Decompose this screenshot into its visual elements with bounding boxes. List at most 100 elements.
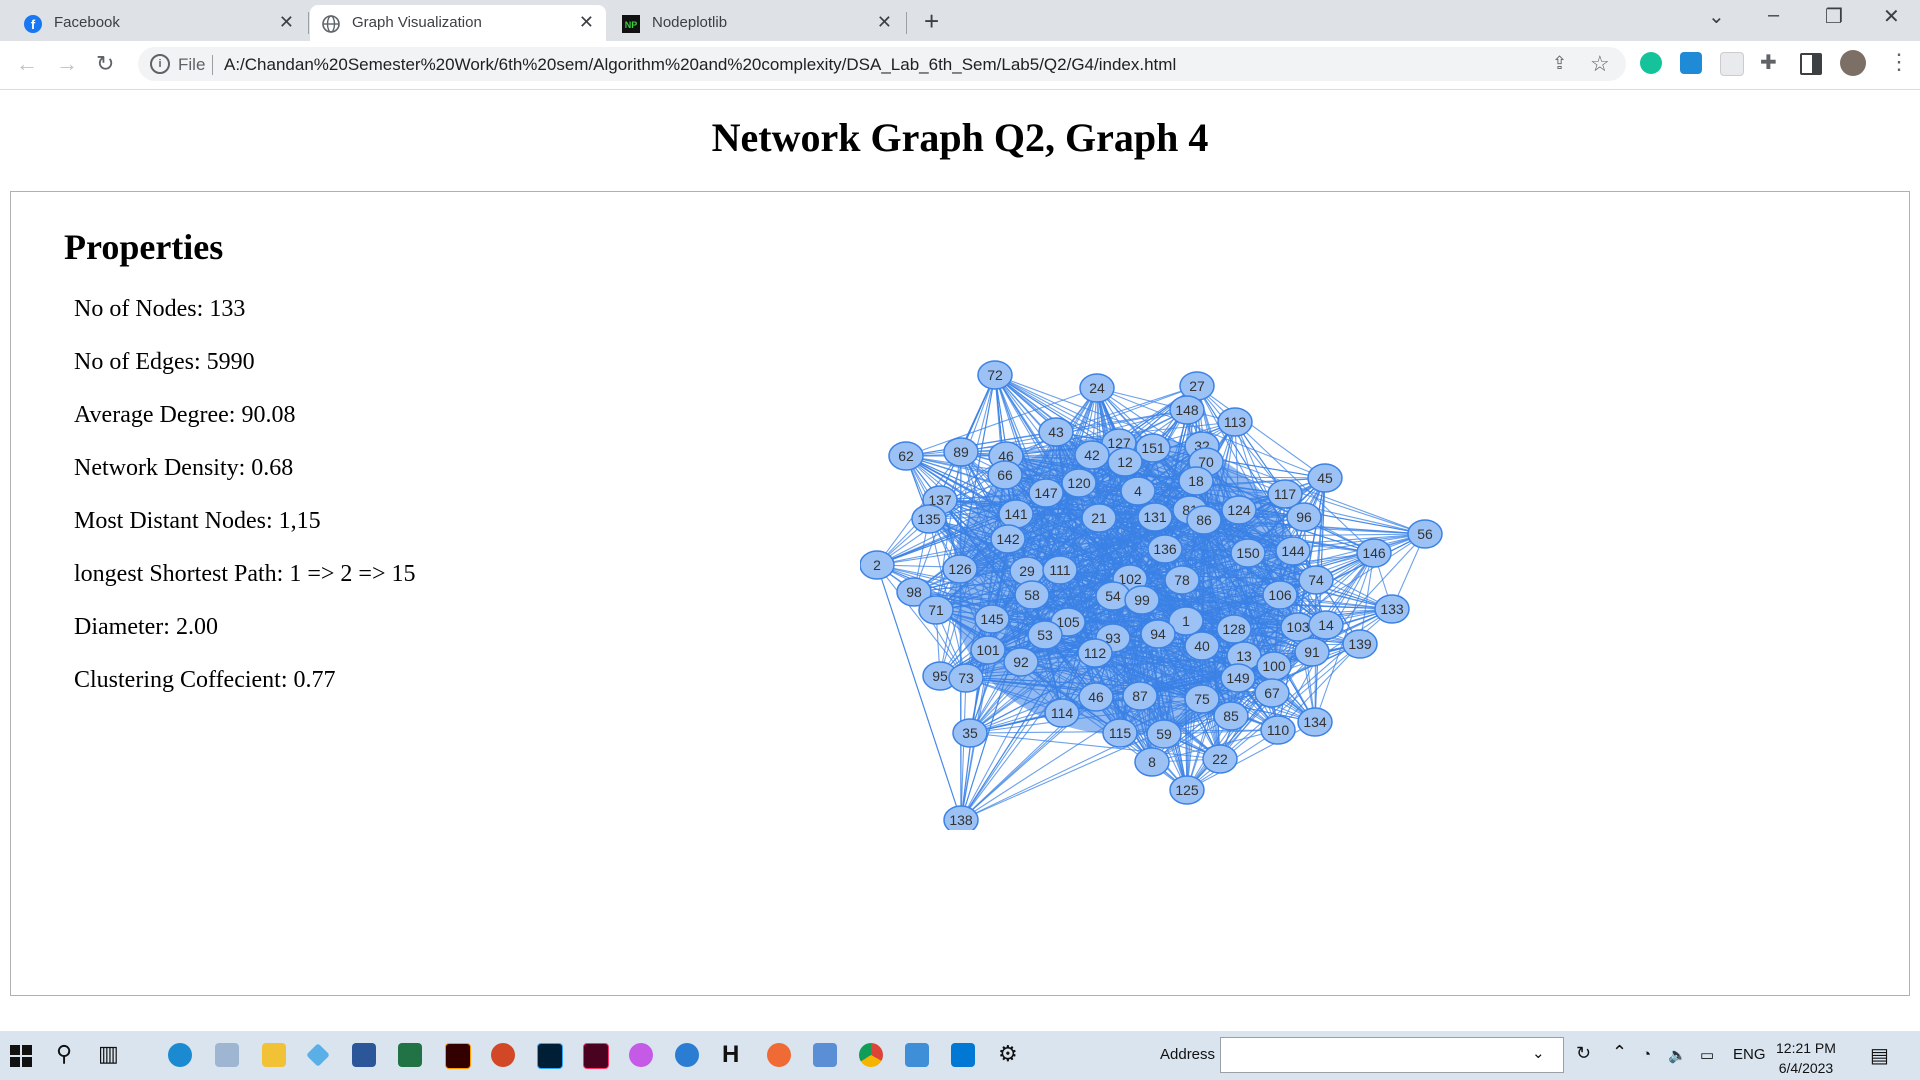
graph-node[interactable]: 58	[1014, 580, 1050, 610]
graph-node[interactable]: 148	[1169, 395, 1205, 425]
graph-node[interactable]: 106	[1262, 580, 1298, 610]
close-icon[interactable]: ✕	[279, 12, 294, 33]
graph-node[interactable]: 62	[888, 441, 924, 471]
app-icon[interactable]	[905, 1043, 929, 1067]
graph-node[interactable]: 56	[1407, 519, 1443, 549]
grammarly-icon[interactable]	[1640, 52, 1662, 74]
photos-icon[interactable]	[215, 1043, 239, 1067]
tab-facebook[interactable]: f Facebook ✕	[12, 5, 306, 41]
app-icon[interactable]	[306, 1043, 330, 1067]
volume-icon[interactable]: 🔈	[1668, 1046, 1687, 1064]
graph-node[interactable]: 141	[998, 499, 1034, 529]
graph-node[interactable]: 46	[1078, 682, 1114, 712]
powerpoint-icon[interactable]	[491, 1043, 515, 1067]
forward-button[interactable]: →	[56, 51, 78, 77]
network-icon[interactable]: ◔	[1642, 1046, 1651, 1063]
network-graph[interactable]: 7224 271481134389 466266127 151 327042 124514…	[860, 350, 1460, 830]
address-toolbar-input[interactable]	[1220, 1037, 1564, 1073]
graph-node[interactable]: 131	[1137, 502, 1173, 532]
app-icon[interactable]	[813, 1043, 837, 1067]
chevron-up-icon[interactable]: ⌃	[1612, 1042, 1627, 1063]
extension-blank-icon[interactable]	[1720, 52, 1744, 76]
graph-node[interactable]: 113	[1217, 407, 1253, 437]
graph-node[interactable]: 18	[1178, 466, 1214, 496]
graph-node[interactable]: 74	[1298, 565, 1334, 595]
info-icon[interactable]: i	[150, 54, 170, 74]
app-icon[interactable]	[767, 1043, 791, 1067]
graph-node[interactable]: 66	[987, 460, 1023, 490]
reload-button[interactable]: ↻	[96, 51, 114, 77]
back-button[interactable]: ←	[16, 51, 38, 77]
task-view-icon[interactable]: ▥	[98, 1041, 119, 1067]
graph-node[interactable]: 59	[1146, 719, 1182, 749]
side-panel-icon[interactable]	[1800, 53, 1822, 75]
graph-node[interactable]: 89	[943, 437, 979, 467]
photoshop-icon[interactable]	[537, 1043, 563, 1069]
graph-node[interactable]: 145	[974, 604, 1010, 634]
graph-node[interactable]: 138	[943, 805, 979, 830]
graph-node[interactable]: 115	[1102, 718, 1138, 748]
graph-node[interactable]: 92	[1003, 647, 1039, 677]
graph-node[interactable]: 40	[1184, 631, 1220, 661]
tab-graph-visualization[interactable]: Graph Visualization ✕	[310, 5, 606, 41]
graph-node[interactable]: 29	[1009, 556, 1045, 586]
graph-node[interactable]: 35	[952, 718, 988, 748]
illustrator-icon[interactable]	[445, 1043, 471, 1069]
graph-node[interactable]: 147	[1028, 478, 1064, 508]
paint-icon[interactable]	[629, 1043, 653, 1067]
graph-node[interactable]: 73	[948, 663, 984, 693]
settings-gear-icon[interactable]: ⚙	[998, 1041, 1018, 1067]
graph-node[interactable]: 101	[970, 635, 1006, 665]
url-text[interactable]: A:/Chandan%20Semester%20Work/6th%20sem/A…	[224, 55, 1176, 75]
graph-node[interactable]: 2	[860, 550, 895, 580]
graph-node[interactable]: 4	[1120, 476, 1156, 506]
graph-node[interactable]: 86	[1186, 505, 1222, 535]
graph-node[interactable]: 112	[1077, 638, 1113, 668]
graph-node[interactable]: 139	[1342, 629, 1378, 659]
graph-node[interactable]: 110	[1260, 715, 1296, 745]
graph-node[interactable]: 14	[1308, 610, 1344, 640]
graph-node[interactable]: 146	[1356, 538, 1392, 568]
graph-node[interactable]: 94	[1140, 619, 1176, 649]
language-indicator[interactable]: ENG	[1733, 1046, 1766, 1063]
close-window-button[interactable]: ✕	[1883, 4, 1900, 29]
refresh-icon[interactable]: ↻	[1576, 1043, 1591, 1064]
graph-node[interactable]: 78	[1164, 565, 1200, 595]
share-icon[interactable]: ⇪	[1552, 53, 1567, 74]
h-app-icon[interactable]: H	[722, 1041, 739, 1069]
minimize-button[interactable]: –	[1768, 4, 1779, 27]
chevron-down-icon[interactable]: ⌄	[1532, 1044, 1545, 1062]
graph-node[interactable]: 96	[1286, 502, 1322, 532]
extension-s-icon[interactable]	[1680, 52, 1702, 74]
graph-node[interactable]: 126	[942, 554, 978, 584]
menu-kebab-icon[interactable]: ⋮	[1888, 49, 1910, 75]
tab-search-icon[interactable]: ⌄	[1708, 4, 1725, 29]
edge-icon[interactable]	[168, 1043, 192, 1067]
graph-node[interactable]: 12	[1107, 447, 1143, 477]
excel-icon[interactable]	[398, 1043, 422, 1067]
graph-node[interactable]: 75	[1184, 684, 1220, 714]
graph-node[interactable]: 91	[1294, 637, 1330, 667]
graph-node[interactable]: 8	[1134, 747, 1170, 777]
graph-node[interactable]: 87	[1122, 681, 1158, 711]
graph-node[interactable]: 150	[1230, 538, 1266, 568]
graph-node[interactable]: 67	[1254, 678, 1290, 708]
bookmark-star-icon[interactable]: ☆	[1590, 51, 1610, 77]
tab-nodeplotlib[interactable]: NP Nodeplotlib ✕	[610, 5, 904, 41]
battery-icon[interactable]: ▭	[1700, 1046, 1714, 1064]
address-bar[interactable]: i File A:/Chandan%20Semester%20Work/6th%…	[138, 47, 1626, 81]
word-icon[interactable]	[352, 1043, 376, 1067]
clock[interactable]: 12:21 PM 6/4/2023	[1776, 1038, 1836, 1078]
graph-node[interactable]: 149	[1220, 663, 1256, 693]
app-icon[interactable]	[675, 1043, 699, 1067]
graph-node[interactable]: 45	[1307, 463, 1343, 493]
graph-node[interactable]: 53	[1027, 620, 1063, 650]
graph-node[interactable]: 134	[1297, 707, 1333, 737]
graph-node[interactable]: 100	[1256, 651, 1292, 681]
graph-node[interactable]: 21	[1081, 503, 1117, 533]
graph-node[interactable]: 85	[1213, 701, 1249, 731]
graph-node[interactable]: 124	[1221, 495, 1257, 525]
graph-node[interactable]: 142	[990, 524, 1026, 554]
close-icon[interactable]: ✕	[579, 12, 594, 33]
avatar[interactable]	[1840, 50, 1866, 76]
